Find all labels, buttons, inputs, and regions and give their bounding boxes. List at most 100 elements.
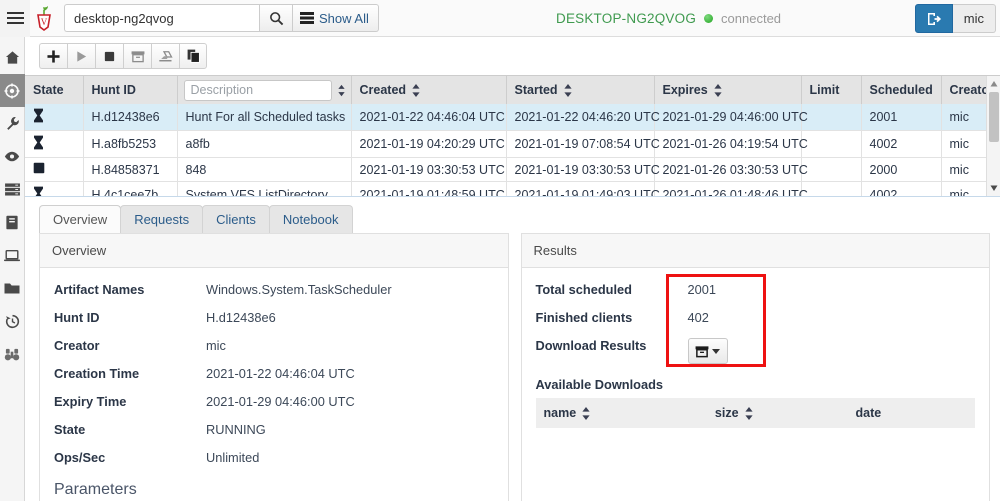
cell-created: 2021-01-19 04:20:29 UTC [351,130,507,158]
menu-toggle-button[interactable] [0,0,30,37]
hunts-table-header-row: State Hunt ID Description Created Starte… [25,76,1000,104]
field-artifact-names: Artifact Names Windows.System.TaskSchedu… [54,282,494,297]
left-sidebar [0,37,25,501]
downloads-column-size[interactable]: size [706,398,848,428]
available-downloads-title: Available Downloads [535,377,664,392]
stop-hunt-button[interactable] [95,43,123,69]
column-header-hunt-id[interactable]: Hunt ID [83,76,178,104]
hourglass-icon [34,186,43,196]
cell-state [25,104,84,131]
sidebar-item-history[interactable] [0,305,25,338]
copy-hunt-button[interactable] [179,43,207,69]
delete-hunt-button[interactable] [151,43,179,69]
tab-requests[interactable]: Requests [120,205,204,233]
sidebar-item-clients[interactable] [0,239,25,272]
cell-limit [801,181,862,196]
hunts-table-region: State Hunt ID Description Created Starte… [25,75,1000,197]
show-all-label: Show All [319,10,369,26]
sidebar-item-server-events[interactable] [0,173,25,206]
column-header-limit[interactable]: Limit [801,76,862,104]
field-label: Ops/Sec [54,450,106,465]
sidebar-item-hunt-search[interactable] [0,338,25,371]
sidebar-item-vfs-view[interactable] [0,140,25,173]
server-icon [4,183,20,196]
cell-hunt-id: H.d12438e6 [83,104,178,131]
show-all-button[interactable]: Show All [293,4,379,32]
cell-started: 2021-01-19 03:30:53 UTC [506,157,660,182]
table-row[interactable]: H.d12438e6 Hunt For all Scheduled tasks … [25,104,1000,131]
cell-limit [801,130,862,158]
scrollbar-thumb[interactable] [989,92,999,142]
sort-icon[interactable] [337,84,345,97]
sort-icon[interactable] [714,83,722,97]
sort-icon[interactable] [744,406,753,420]
hourglass-icon [34,108,43,123]
sidebar-item-artifacts[interactable] [0,107,25,140]
cell-description: a8fb [177,130,352,158]
chevron-down-icon [712,348,720,354]
field-label: Artifact Names [54,282,145,297]
column-header-scheduled[interactable]: Scheduled [861,76,942,104]
sidebar-item-home[interactable] [0,41,25,74]
velociraptor-logo-icon[interactable]: V [30,0,58,37]
scroll-down-icon[interactable] [990,184,998,192]
hamburger-line [6,12,24,14]
downloads-table-head: name size date [535,398,975,428]
field-value: mic [206,338,226,353]
cell-description: Hunt For all Scheduled tasks [177,104,352,131]
search-button[interactable] [259,4,293,32]
new-hunt-button[interactable] [39,43,67,69]
column-header-expires[interactable]: Expires [654,76,802,104]
table-vertical-scrollbar[interactable] [986,76,1000,196]
hourglass-icon [34,135,43,150]
username-label[interactable]: mic [952,4,996,33]
cell-hunt-id: H.4c1cee7b [83,181,178,196]
folder-icon [4,283,20,294]
cell-limit [801,104,862,131]
cell-started: 2021-01-22 04:46:20 UTC [506,104,660,131]
field-total-scheduled: Total scheduled 2001 [536,282,976,297]
table-row[interactable]: H.4c1cee7b System.VFS.ListDirectory 2021… [25,181,1000,196]
table-row[interactable]: H.84858371 848 2021-01-19 03:30:53 UTC 2… [25,157,1000,182]
top-navigation-bar: V Show All [0,0,1000,37]
sidebar-item-hunts[interactable] [0,74,25,107]
column-header-description[interactable] [177,76,352,104]
tab-overview[interactable]: Overview [39,205,122,233]
table-row[interactable]: H.a8fb5253 a8fb 2021-01-19 04:20:29 UTC … [25,130,1000,158]
sidebar-item-files[interactable] [0,272,25,305]
tab-notebook[interactable]: Notebook [268,205,353,233]
column-header-started[interactable]: Started [506,76,655,104]
run-hunt-button[interactable] [67,43,95,69]
cell-hunt-id: H.84858371 [83,157,178,182]
cell-scheduled: 4002 [861,181,942,196]
archive-hunt-button[interactable] [123,43,151,69]
logout-button[interactable] [914,4,953,33]
search-input[interactable] [64,4,259,32]
downloads-column-date[interactable]: date [847,398,975,428]
sort-icon[interactable] [563,83,572,97]
column-label: name [543,406,577,420]
field-label: Finished clients [535,310,633,325]
tab-clients[interactable]: Clients [202,205,270,233]
hunts-table-head: State Hunt ID Description Created Starte… [25,76,1000,104]
field-label: Creator [54,338,100,353]
cell-created: 2021-01-19 01:48:59 UTC [351,181,507,196]
column-label: date [855,406,882,420]
cell-scheduled: 2001 [861,104,942,131]
scroll-up-icon[interactable] [990,80,998,88]
sort-icon[interactable] [582,406,590,420]
user-area: mic [914,4,996,33]
downloads-column-name[interactable]: name [535,398,707,428]
column-header-state[interactable]: State [25,76,84,104]
hamburger-line [6,22,24,24]
sidebar-item-notebooks[interactable] [0,206,25,239]
downloads-header-row: name size date [535,398,975,428]
detail-panels: Overview Artifact Names Windows.System.T… [25,233,1000,501]
column-label: Started [514,83,558,97]
download-results-button[interactable] [687,338,728,364]
description-filter-input[interactable] [183,79,332,101]
column-header-created[interactable]: Created [351,76,507,104]
sort-icon[interactable] [412,83,420,97]
crosshair-icon [4,83,20,98]
cell-scheduled: 4002 [861,130,942,158]
